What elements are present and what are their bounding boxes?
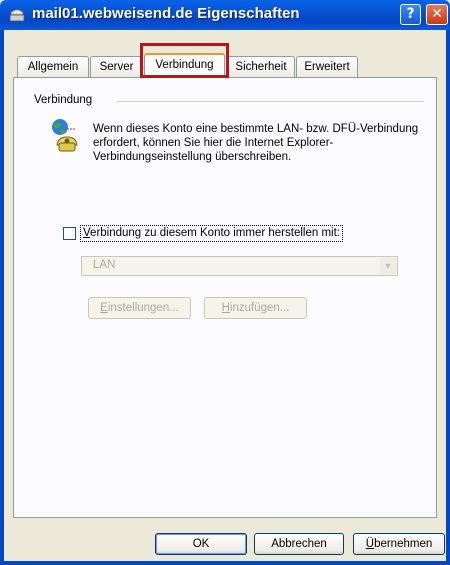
group-divider: [117, 101, 424, 102]
always-connect-checkbox[interactable]: [63, 227, 76, 240]
apply-button[interactable]: Übernehmen: [353, 533, 445, 555]
tab-sicherheit[interactable]: Sicherheit: [227, 56, 295, 77]
checkbox-label-accel: V: [83, 227, 91, 239]
close-button[interactable]: ✕: [426, 4, 448, 25]
group-label: Verbindung: [34, 94, 93, 106]
window-frame-right: [446, 30, 450, 565]
tab-allgemein[interactable]: Allgemein: [17, 56, 89, 77]
window-title: mail01.webweisend.de Eigenschaften: [32, 5, 300, 22]
apply-button-label: bernehmen: [374, 538, 433, 550]
title-bar[interactable]: mail01.webweisend.de Eigenschaften ? ✕: [0, 0, 450, 30]
always-connect-label[interactable]: Verbindung zu diesem Konto immer herstel…: [80, 225, 343, 242]
connection-select[interactable]: LAN ▼: [81, 256, 398, 276]
help-button[interactable]: ?: [400, 4, 421, 25]
apply-button-accel: Ü: [365, 538, 375, 550]
add-button[interactable]: Hinzufügen...: [204, 297, 307, 319]
settings-button-accel: E: [100, 302, 108, 314]
window-frame-left: [0, 30, 4, 565]
settings-button[interactable]: Einstellungen...: [88, 297, 191, 319]
add-button-label: inzufügen...: [229, 302, 290, 314]
tab-server[interactable]: Server: [90, 56, 143, 77]
settings-button-label: instellungen...: [107, 302, 179, 314]
connection-description: Wenn dieses Konto eine bestimmte LAN- bz…: [93, 123, 419, 163]
connection-select-value: LAN: [93, 259, 116, 271]
window-frame-bottom: [0, 561, 450, 565]
tab-highlight-box: [140, 43, 229, 78]
cancel-button[interactable]: Abbrechen: [254, 533, 344, 555]
chevron-down-icon[interactable]: ▼: [380, 258, 396, 274]
network-connection-icon: [52, 119, 78, 152]
ok-button[interactable]: OK: [155, 533, 247, 555]
tab-erweitert[interactable]: Erweitert: [296, 56, 358, 77]
add-button-accel: H: [221, 302, 230, 314]
checkbox-label-text: erbindung zu diesem Konto immer herstell…: [90, 227, 340, 239]
mail-account-icon: [9, 9, 25, 22]
